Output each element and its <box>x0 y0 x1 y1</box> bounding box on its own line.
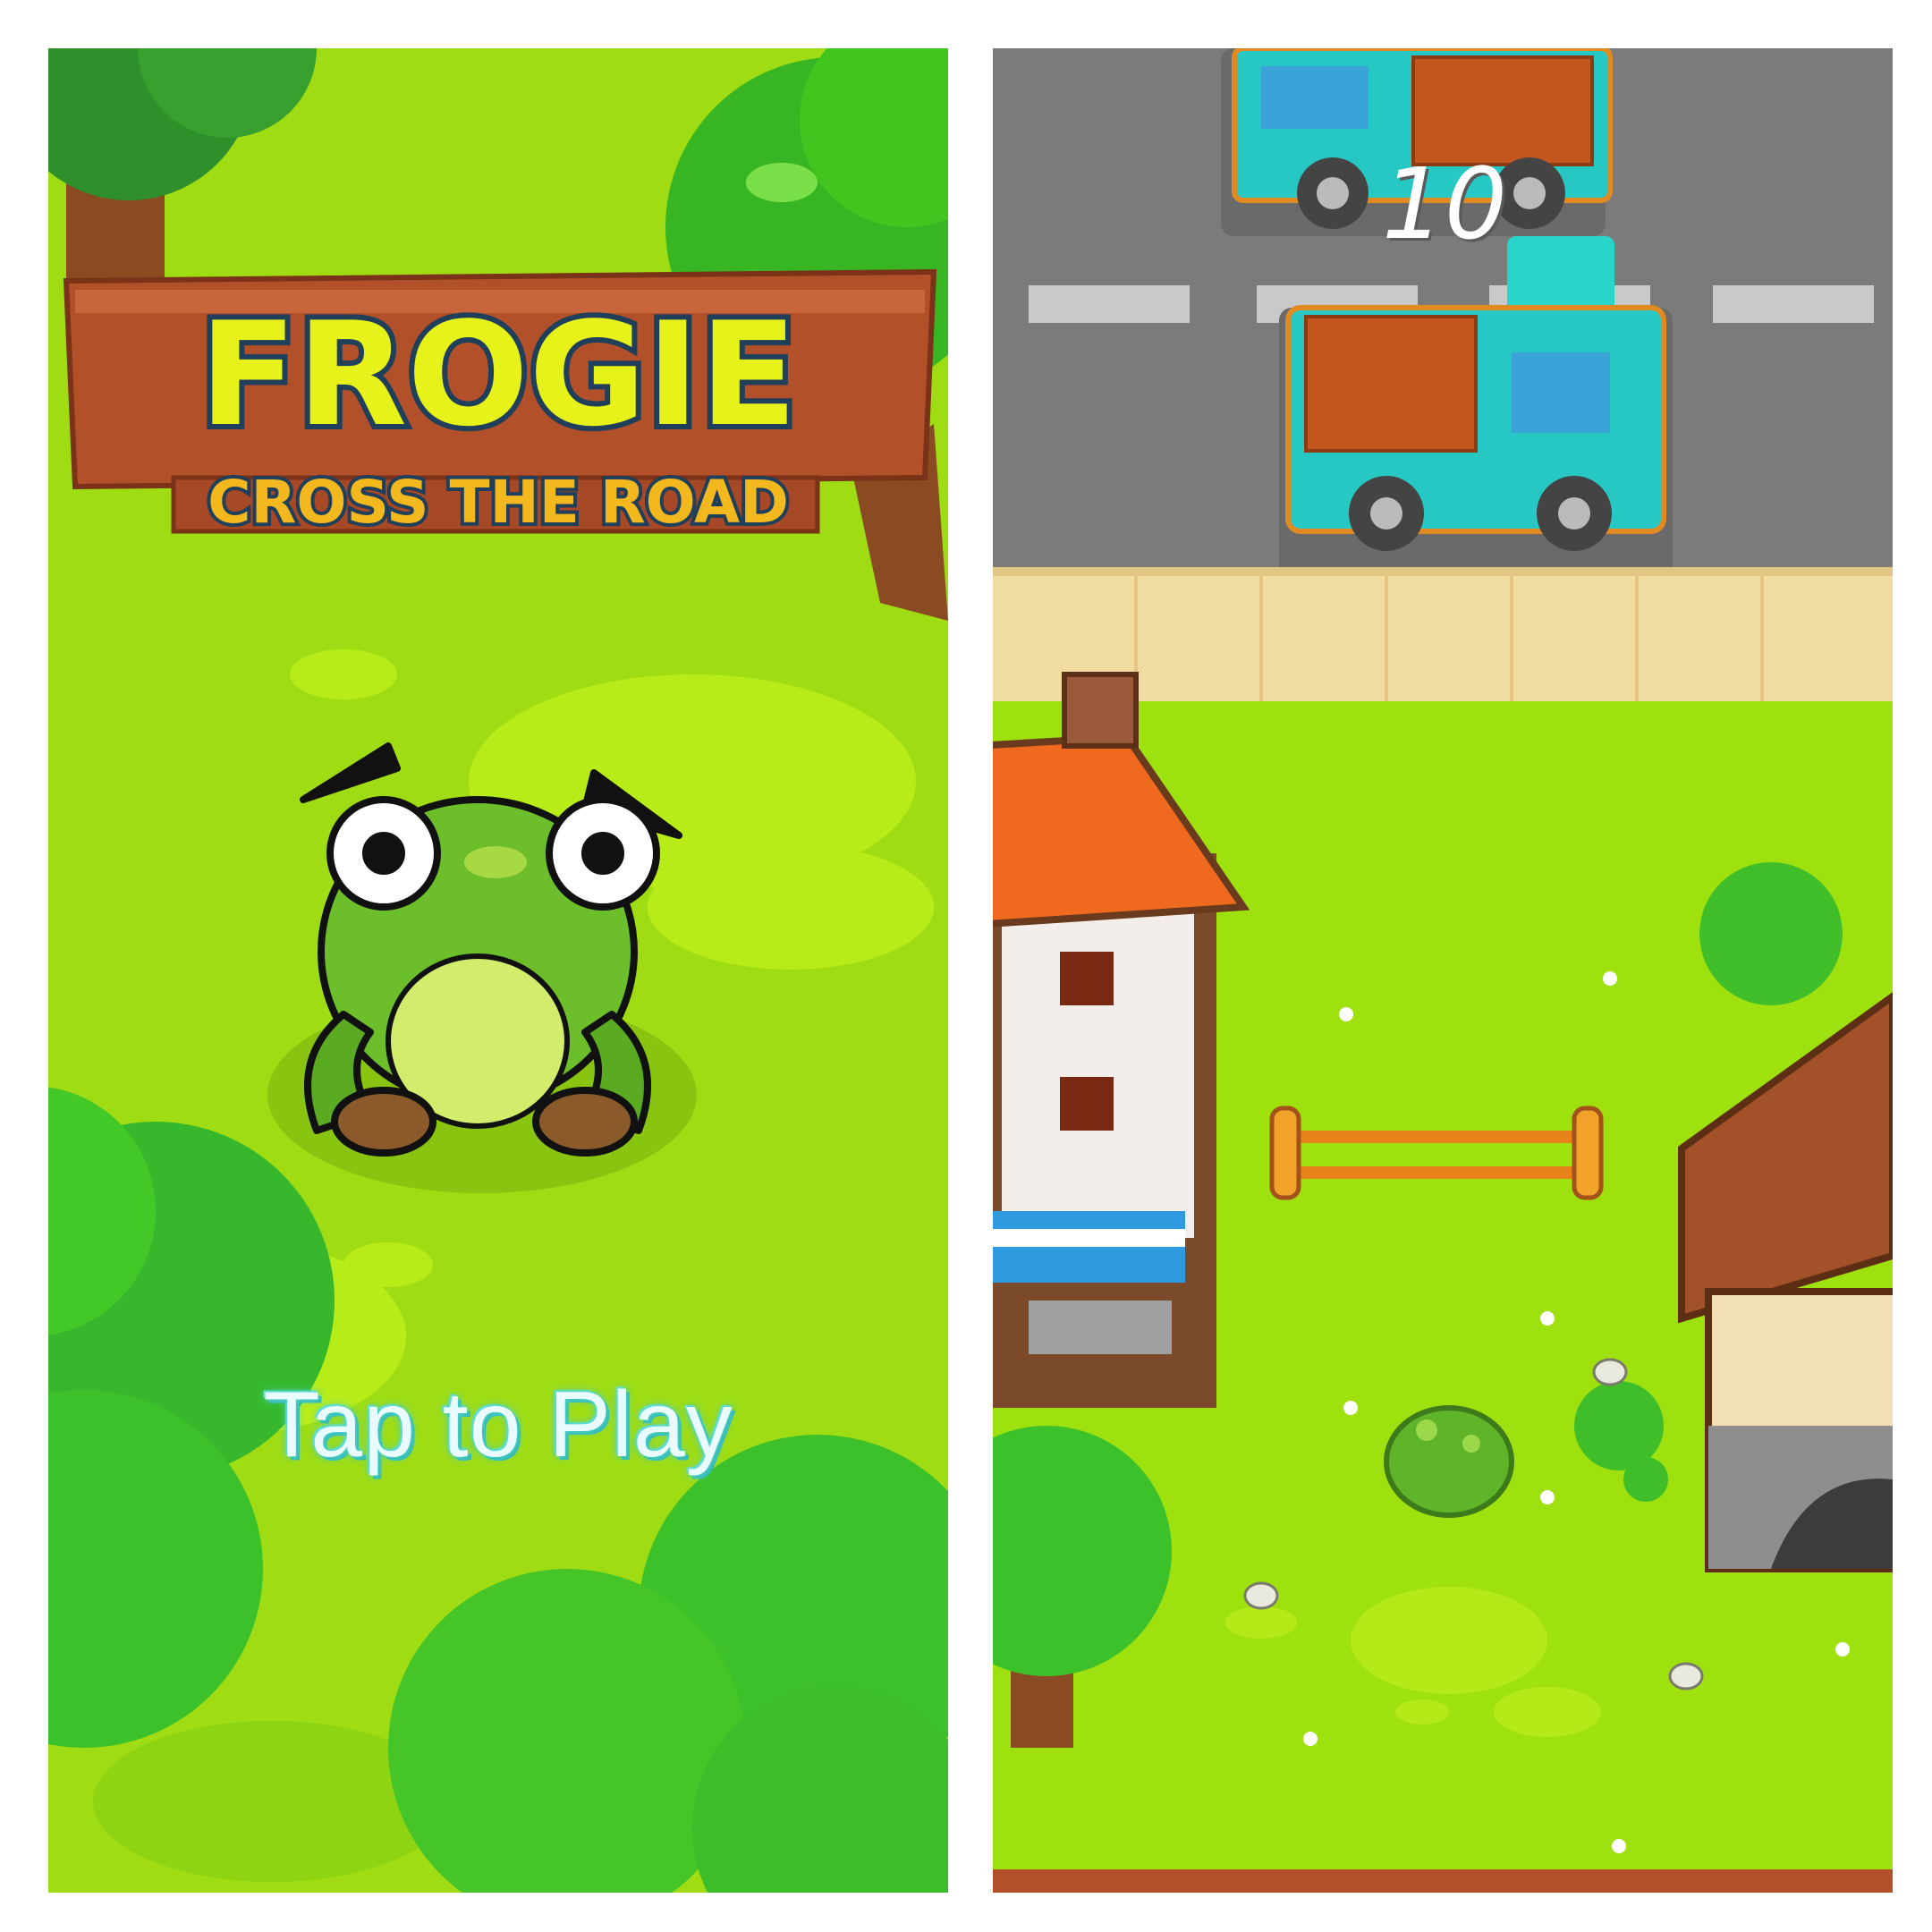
bottom-border <box>993 1869 1893 1893</box>
gameplay-scene <box>993 48 1893 1893</box>
frog-icon <box>300 742 682 1157</box>
tap-to-play-button[interactable]: Tap to Play <box>48 1372 948 1479</box>
frog-icon <box>1384 1405 1514 1518</box>
tree-icon <box>993 1426 1172 1748</box>
title-screen-background <box>48 48 948 1893</box>
house-icon <box>1678 992 1893 1572</box>
score-counter: 10 <box>1382 147 1507 261</box>
gameplay-panel[interactable]: 10 <box>993 48 1893 1893</box>
title-screen-panel[interactable]: FROGIE CROSS THE ROAD Tap to Play <box>48 48 948 1893</box>
fence-icon <box>1269 1106 1604 1200</box>
house-icon <box>993 672 1250 1408</box>
